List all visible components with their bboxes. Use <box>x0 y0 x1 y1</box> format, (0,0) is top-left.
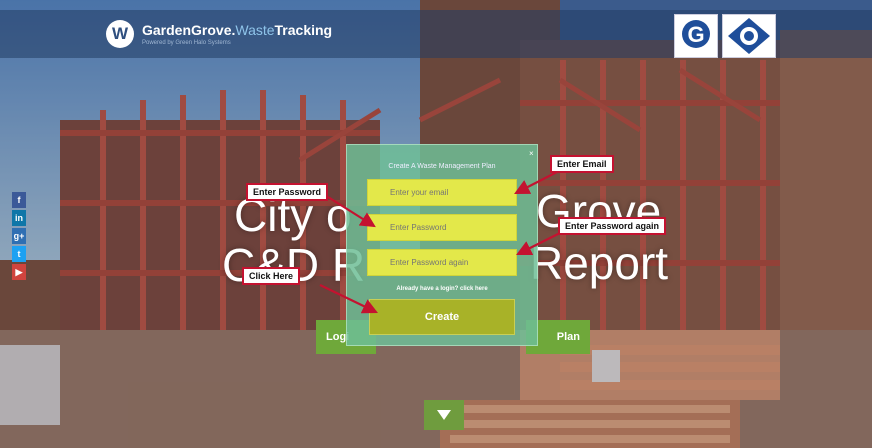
password-field[interactable] <box>367 214 517 241</box>
city-seal-icon <box>728 18 770 54</box>
brand-main: GardenGrove. <box>142 22 236 38</box>
close-icon[interactable]: × <box>529 149 534 158</box>
brand-waste: Waste <box>235 22 275 38</box>
green-halo-logo[interactable]: G <box>674 14 718 58</box>
site-brand[interactable]: GardenGrove.WasteTracking <box>142 22 332 38</box>
google-plus-icon[interactable]: g+ <box>12 228 26 244</box>
callout-enter-email: Enter Email <box>550 155 614 173</box>
callout-click-here: Click Here <box>242 267 301 285</box>
brand-end: Tracking <box>274 22 333 38</box>
email-field[interactable] <box>367 179 517 206</box>
callout-enter-password-again: Enter Password again <box>558 217 667 235</box>
twitter-icon[interactable]: t <box>12 246 26 262</box>
linkedin-icon[interactable]: in <box>12 210 26 226</box>
create-waste-plan-modal: × Create A Waste Management Plan ● ● ● A… <box>346 144 538 346</box>
create-button[interactable]: Create <box>369 299 515 335</box>
callout-enter-password: Enter Password <box>246 183 329 201</box>
modal-title: Create A Waste Management Plan <box>388 163 496 170</box>
city-seal-logo[interactable] <box>722 14 776 58</box>
login-link[interactable]: Already have a login? click here <box>347 286 537 292</box>
waste-tracking-logo-icon[interactable]: W <box>106 20 134 48</box>
hero-title-line2-right: Report <box>530 237 669 289</box>
g-logo-icon: G <box>682 20 710 48</box>
youtube-icon[interactable]: ▶ <box>12 264 26 280</box>
password-again-field[interactable] <box>367 249 517 276</box>
brand-tagline: Powered by Green Halo Systems <box>142 40 231 46</box>
partner-logo-letter: G <box>687 22 704 47</box>
chevron-down-icon <box>437 410 451 420</box>
facebook-icon[interactable]: f <box>12 192 26 208</box>
scroll-down-button[interactable] <box>424 400 464 430</box>
